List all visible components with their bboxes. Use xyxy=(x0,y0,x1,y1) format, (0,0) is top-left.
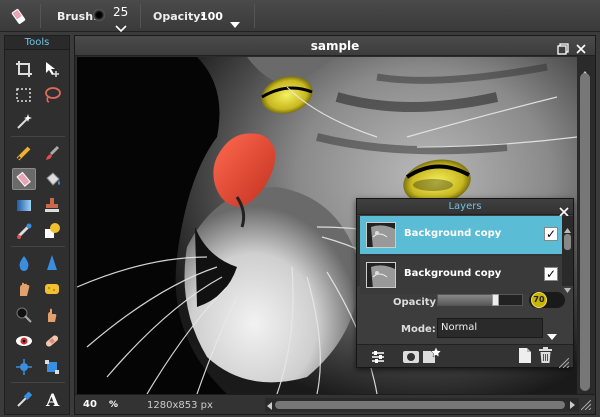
spot-heal-tool-icon[interactable] xyxy=(40,330,64,352)
zoom-unit: % xyxy=(109,400,119,410)
brush-size-value[interactable]: 25 xyxy=(113,5,128,19)
opacity-label: Opacity: xyxy=(153,10,205,23)
crop-tool-icon[interactable] xyxy=(12,58,36,80)
layer-visibility-checkbox[interactable]: ✓ xyxy=(544,267,558,281)
layer-visibility-checkbox[interactable]: ✓ xyxy=(544,227,558,241)
color-replace-tool-icon[interactable] xyxy=(12,220,36,242)
sharpen-tool-icon[interactable] xyxy=(40,252,64,274)
layer-name: Background copy xyxy=(404,268,502,279)
sponge-tool-icon[interactable] xyxy=(40,278,64,300)
vertical-scrollbar[interactable] xyxy=(577,57,593,394)
layers-scrollbar[interactable] xyxy=(562,216,573,293)
image-dimensions: 1280x853 px xyxy=(147,400,213,411)
smudge-tool-icon[interactable] xyxy=(12,278,36,300)
layer-settings-icon[interactable] xyxy=(371,349,385,363)
close-layers-icon[interactable] xyxy=(559,202,569,217)
opacity-value[interactable]: 100 xyxy=(200,10,223,23)
burn-tool-icon[interactable] xyxy=(40,304,64,326)
svg-text:A: A xyxy=(45,391,60,408)
layer-opacity-value: 70 xyxy=(533,295,545,304)
layers-scroll-up-icon[interactable] xyxy=(564,218,571,233)
layer-styles-icon[interactable] xyxy=(423,346,442,364)
blend-mode-label: Mode: xyxy=(401,324,436,335)
eraser-tool-button[interactable] xyxy=(12,168,36,190)
layer-row[interactable]: Background copy ✓ xyxy=(360,216,562,254)
lasso-tool-icon[interactable] xyxy=(40,84,64,106)
horizontal-scrollbar[interactable] xyxy=(265,398,579,412)
layer-list: Background copy ✓ Background copy ✓ xyxy=(357,216,573,294)
clone-stamp-tool-icon[interactable] xyxy=(40,194,64,216)
gradient-tool-icon[interactable] xyxy=(12,194,36,216)
close-window-icon[interactable] xyxy=(575,40,587,54)
text-tool-icon[interactable]: A xyxy=(40,388,64,410)
layer-mask-icon[interactable] xyxy=(403,349,419,363)
layers-panel: Layers Background copy ✓ Background copy… xyxy=(356,198,574,369)
delete-layer-icon[interactable] xyxy=(539,347,552,363)
layer-row[interactable]: Background copy ✓ xyxy=(360,256,562,294)
layers-scroll-down-icon[interactable] xyxy=(564,278,571,293)
layer-opacity-badge[interactable]: 70 xyxy=(529,292,565,308)
brush-preview-icon[interactable] xyxy=(93,9,105,21)
eraser-tool-icon[interactable] xyxy=(10,6,30,26)
status-bar: 40 % 1280x853 px xyxy=(75,394,595,414)
zoom-value[interactable]: 40 xyxy=(83,399,97,410)
marquee-tool-icon[interactable] xyxy=(12,84,36,106)
layer-thumbnail xyxy=(366,262,396,288)
restore-window-icon[interactable] xyxy=(557,40,569,55)
blend-mode-dropdown-icon[interactable] xyxy=(547,325,557,340)
tools-panel: Tools A xyxy=(4,35,70,415)
layer-name: Background copy xyxy=(404,228,502,239)
brush-size-chevron-icon[interactable] xyxy=(115,18,127,33)
layers-bottom-bar xyxy=(357,344,573,369)
new-layer-icon[interactable] xyxy=(519,348,531,363)
layers-resize-grip-icon[interactable] xyxy=(558,353,570,369)
layers-panel-title: Layers xyxy=(357,199,573,215)
dodge-tool-icon[interactable] xyxy=(12,304,36,326)
layer-opacity-label: Opacity: xyxy=(393,297,441,308)
color-picker-tool-icon[interactable] xyxy=(12,388,36,410)
transform-tool-icon[interactable] xyxy=(40,356,64,378)
top-toolbar: Brush: 25 Opacity: 100 xyxy=(0,0,600,33)
red-eye-tool-icon[interactable] xyxy=(12,330,36,352)
scroll-up-arrow-icon[interactable] xyxy=(581,61,589,76)
draw-shapes-tool-icon[interactable] xyxy=(40,220,64,242)
layer-opacity-slider[interactable] xyxy=(437,294,523,306)
resize-grip-icon[interactable] xyxy=(580,399,592,411)
brush-tool-icon[interactable] xyxy=(40,142,64,164)
layer-opacity-slider-handle[interactable] xyxy=(492,294,499,306)
move-tool-icon[interactable] xyxy=(40,58,64,80)
blend-mode-select[interactable]: Normal xyxy=(437,318,543,338)
tools-panel-title: Tools xyxy=(5,36,69,50)
pencil-tool-icon[interactable] xyxy=(12,142,36,164)
pinch-bloat-tool-icon[interactable] xyxy=(12,356,36,378)
layer-opacity-value-circle: 70 xyxy=(531,292,547,308)
scroll-left-arrow-icon[interactable] xyxy=(267,402,272,410)
vertical-scroll-thumb[interactable] xyxy=(580,73,590,391)
layer-opacity-slider-fill xyxy=(438,295,493,305)
blur-tool-icon[interactable] xyxy=(12,252,36,274)
scroll-right-arrow-icon[interactable] xyxy=(570,401,575,409)
layer-thumbnail xyxy=(366,222,396,248)
bucket-fill-tool-icon[interactable] xyxy=(40,168,64,190)
brush-label: Brush: xyxy=(57,10,98,23)
horizontal-scroll-thumb[interactable] xyxy=(275,401,565,409)
layers-scroll-thumb[interactable] xyxy=(564,234,571,250)
document-title: sample xyxy=(75,36,595,56)
blend-mode-value: Normal xyxy=(441,322,478,333)
magic-wand-tool-icon[interactable] xyxy=(12,110,36,132)
opacity-dropdown-icon[interactable] xyxy=(230,13,240,28)
